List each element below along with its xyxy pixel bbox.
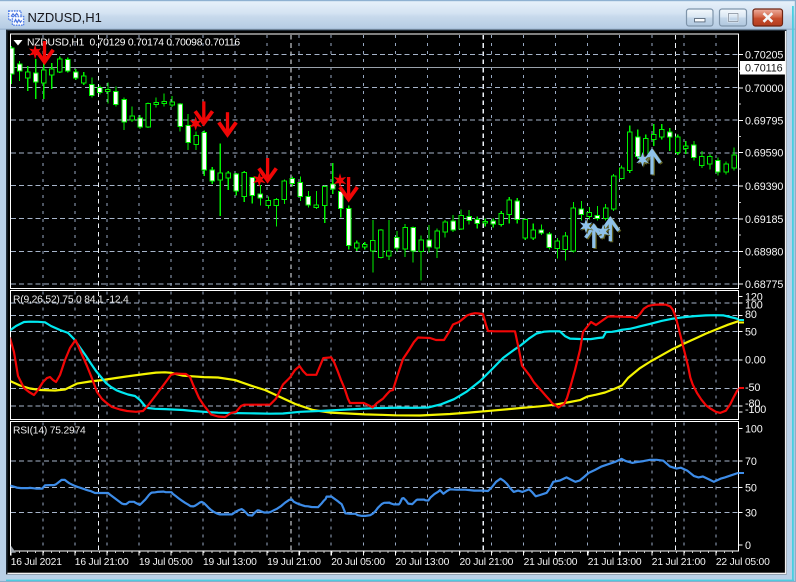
svg-text:-100: -100 <box>745 404 766 416</box>
svg-text:0: 0 <box>745 540 751 552</box>
svg-text:0.69185: 0.69185 <box>745 214 783 226</box>
svg-text:21 Jul 21:00: 21 Jul 21:00 <box>652 557 706 568</box>
svg-text:0.68775: 0.68775 <box>745 279 783 291</box>
svg-text:R(9,26,52) 75.0 84.1 -12.4: R(9,26,52) 75.0 84.1 -12.4 <box>13 295 129 306</box>
svg-text:50: 50 <box>745 483 757 495</box>
svg-text:70: 70 <box>745 456 757 468</box>
svg-text:20 Jul 21:00: 20 Jul 21:00 <box>460 557 514 568</box>
svg-text:19 Jul 05:00: 19 Jul 05:00 <box>139 557 193 568</box>
svg-text:22 Jul 05:00: 22 Jul 05:00 <box>716 557 770 568</box>
svg-text:21 Jul 05:00: 21 Jul 05:00 <box>524 557 578 568</box>
svg-text:0.70116: 0.70116 <box>745 63 783 75</box>
svg-text:20 Jul 13:00: 20 Jul 13:00 <box>395 557 449 568</box>
svg-text:20 Jul 05:00: 20 Jul 05:00 <box>331 557 385 568</box>
svg-text:0.00: 0.00 <box>745 354 766 366</box>
svg-text:RSI(14) 75.2974: RSI(14) 75.2974 <box>13 426 86 437</box>
svg-text:NZDUSD,H1: NZDUSD,H1 <box>28 10 102 25</box>
svg-text:0.68980: 0.68980 <box>745 246 783 258</box>
svg-text:16 Jul 21:00: 16 Jul 21:00 <box>75 557 129 568</box>
svg-text:NZDUSD,H1 0.70129 0.70174 0.7: NZDUSD,H1 0.70129 0.70174 0.70098 0.7011… <box>27 38 240 49</box>
svg-text:19 Jul 21:00: 19 Jul 21:00 <box>267 557 321 568</box>
svg-text:0.69795: 0.69795 <box>745 115 783 127</box>
svg-text:30: 30 <box>745 508 757 520</box>
svg-text:80: 80 <box>745 309 757 321</box>
svg-text:-50: -50 <box>745 382 760 394</box>
svg-text:21 Jul 13:00: 21 Jul 13:00 <box>588 557 642 568</box>
svg-text:0.70000: 0.70000 <box>745 83 783 95</box>
svg-text:50: 50 <box>745 326 757 338</box>
svg-text:100: 100 <box>745 424 763 436</box>
svg-text:16 Jul 2021: 16 Jul 2021 <box>11 557 63 568</box>
svg-text:0.69390: 0.69390 <box>745 181 783 193</box>
svg-text:0.70205: 0.70205 <box>745 49 783 61</box>
svg-text:0.69590: 0.69590 <box>745 147 783 159</box>
svg-text:19 Jul 13:00: 19 Jul 13:00 <box>203 557 257 568</box>
